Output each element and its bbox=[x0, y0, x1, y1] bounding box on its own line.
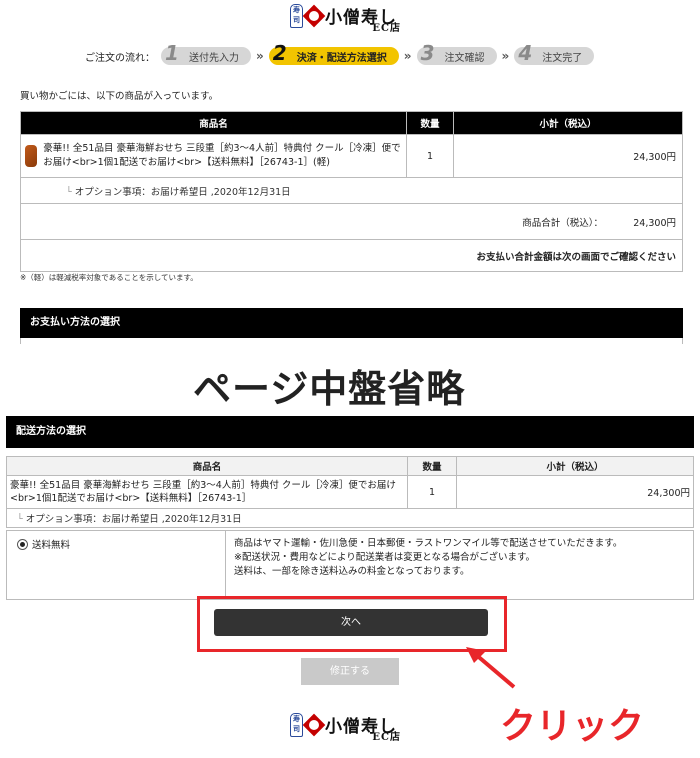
cart-total-value: 24,300円 bbox=[633, 217, 676, 229]
footer-logo[interactable]: 寿司 小僧寿し EC店 bbox=[290, 712, 400, 743]
step-separator-icon: » bbox=[403, 49, 412, 63]
step-4: 4 注文完了 bbox=[514, 41, 595, 65]
logo-mark-icon bbox=[302, 4, 326, 27]
next-button[interactable]: 次へ bbox=[214, 609, 488, 636]
cart-intro: 買い物かごには、以下の商品が入っています。 bbox=[20, 91, 219, 102]
col-subtotal: 小計（税込） bbox=[453, 111, 683, 135]
click-caption: クリック bbox=[500, 706, 645, 747]
cart-item-qty: 1 bbox=[406, 134, 454, 178]
ship-col-subtotal: 小計（税込） bbox=[456, 456, 694, 476]
payment-notice: お支払い合計金額は次の画面でご確認ください bbox=[20, 239, 683, 272]
cart-option: オプション事項：お届け希望日 ,2020年12月31日 bbox=[74, 186, 291, 198]
shipping-item-subtotal: 24,300円 bbox=[456, 475, 694, 509]
step-3: 3 注文確認 bbox=[416, 41, 497, 65]
product-thumbnail[interactable] bbox=[25, 145, 38, 167]
cart-table: 商品名 数量 小計（税込） 豪華!! 全51品目 豪華海鮮おせち 三段重［約3〜… bbox=[20, 111, 683, 272]
fix-button[interactable]: 修正する bbox=[301, 658, 399, 685]
shipping-method-option[interactable]: 送料無料 bbox=[17, 537, 215, 551]
logo-sub: EC店 bbox=[372, 732, 401, 743]
cart-item-subtotal: 24,300円 bbox=[453, 134, 683, 178]
col-qty: 数量 bbox=[406, 111, 454, 135]
shipping-table: 商品名 数量 小計（税込） 豪華!! 全51品目 豪華海鮮おせち 三段重［約3〜… bbox=[6, 456, 694, 528]
shipping-item-row: 豪華!! 全51品目 豪華海鮮おせち 三段重［約3〜4人前］特典付 クール［冷凍… bbox=[6, 475, 694, 509]
omitted-caption: ページ中盤省略 bbox=[193, 367, 466, 411]
shipping-method-label: 送料無料 bbox=[32, 540, 71, 551]
logo-sub: EC店 bbox=[372, 23, 401, 34]
shipping-title: 配送方法の選択 bbox=[16, 426, 86, 437]
flow-label: ご注文の流れ： bbox=[85, 52, 155, 64]
payment-title: お支払い方法の選択 bbox=[30, 317, 120, 328]
logo-badge: 寿司 bbox=[290, 712, 303, 737]
option-branch-icon: └ bbox=[66, 186, 72, 198]
step-1: 1 送付先入力 bbox=[161, 41, 251, 65]
shipping-item-qty: 1 bbox=[407, 475, 457, 509]
option-branch-icon: └ bbox=[17, 514, 23, 525]
shipping-description: 商品はヤマト運輸・佐川急便・日本郵便・ラストワンマイル等で配送させていただきます… bbox=[225, 530, 694, 600]
shop-logo[interactable]: 寿司 小僧寿し EC店 bbox=[290, 3, 400, 34]
cart-item-name[interactable]: 豪華!! 全51品目 豪華海鮮おせち 三段重［約3〜4人前］特典付 クール［冷凍… bbox=[43, 142, 402, 170]
shipping-section-header: 配送方法の選択 bbox=[6, 416, 694, 448]
tax-footnote: ※（軽）は軽減税率対象であることを示しています。 bbox=[20, 273, 198, 282]
ship-col-qty: 数量 bbox=[407, 456, 457, 476]
step-separator-icon: » bbox=[256, 49, 264, 63]
shipping-item-name: 豪華!! 全51品目 豪華海鮮おせち 三段重［約3〜4人前］特典付 クール［冷凍… bbox=[6, 475, 408, 509]
col-product: 商品名 bbox=[20, 111, 407, 135]
payment-section-header: お支払い方法の選択 bbox=[20, 308, 683, 338]
cart-item-row: 豪華!! 全51品目 豪華海鮮おせち 三段重［約3〜4人前］特典付 クール［冷凍… bbox=[20, 134, 683, 178]
shipping-method-table: 送料無料 商品はヤマト運輸・佐川急便・日本郵便・ラストワンマイル等で配送させてい… bbox=[6, 530, 694, 600]
ship-col-product: 商品名 bbox=[6, 456, 408, 476]
step-2-current: 2 決済・配送方法選択 bbox=[268, 41, 399, 65]
radio-selected-icon[interactable] bbox=[17, 538, 28, 550]
step-separator-icon: » bbox=[501, 49, 510, 63]
logo-mark-icon bbox=[302, 713, 326, 736]
logo-badge: 寿司 bbox=[290, 3, 303, 28]
order-flow: ご注文の流れ： 1 送付先入力 » 2 決済・配送方法選択 » 3 注文確認 »… bbox=[85, 41, 595, 65]
pointer-arrow-icon bbox=[466, 647, 516, 689]
cart-total-label: 商品合計（税込）： bbox=[522, 217, 603, 229]
shipping-option: オプション事項：お届け希望日 ,2020年12月31日 bbox=[25, 514, 242, 525]
